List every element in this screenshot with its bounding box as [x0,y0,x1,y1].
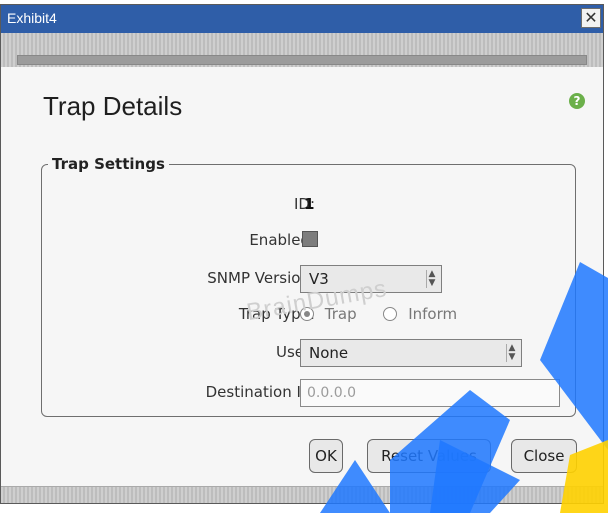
destination-ip-label: Destination IP: [205,383,315,401]
enabled-checkbox[interactable] [302,231,318,247]
header-bar [17,55,587,65]
snmp-version-label: SNMP Version: [207,269,315,287]
trap-settings-legend: Trap Settings [52,155,165,173]
header-stripe [1,33,603,68]
window-close-button[interactable]: ✕ [581,8,601,28]
brand-watermark-logo [320,262,608,513]
title-bar: Exhibit4 ✕ [1,5,603,33]
page-title: Trap Details [43,91,183,121]
id-value: 1 [304,195,315,213]
window-title: Exhibit4 [7,10,57,26]
id-row: ID: 1 [42,191,575,219]
help-icon[interactable]: ? [569,93,585,109]
